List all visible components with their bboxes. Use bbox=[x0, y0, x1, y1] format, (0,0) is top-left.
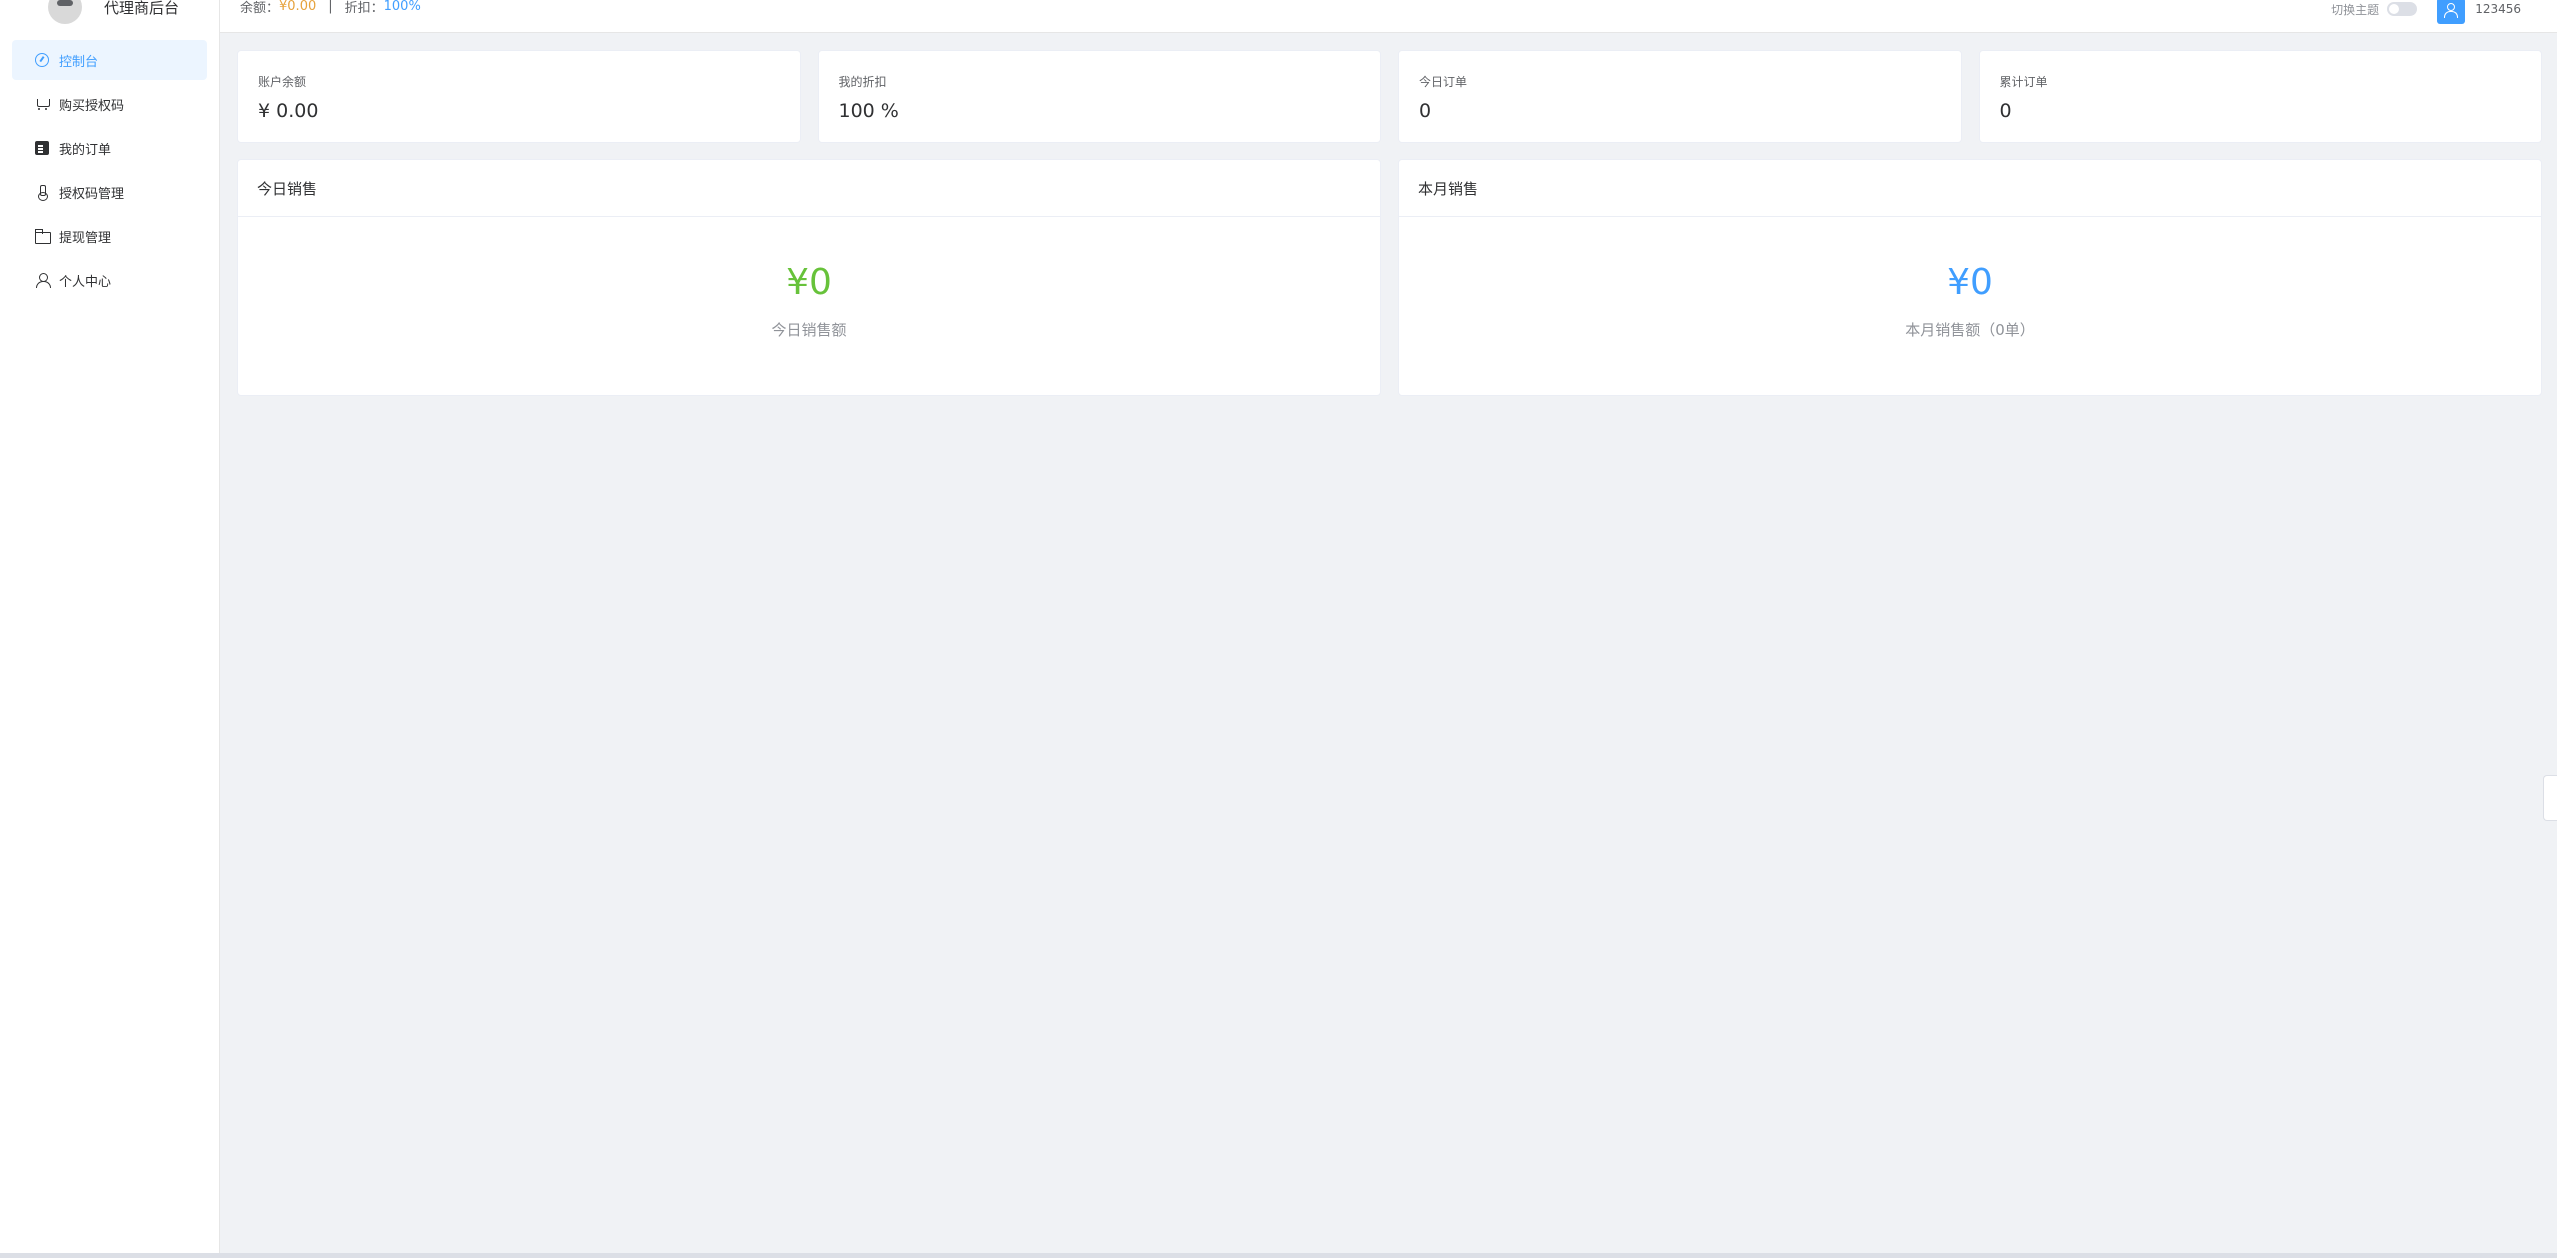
discount-label: 折扣： bbox=[344, 1, 384, 16]
sidebar-item-label: 我的订单 bbox=[59, 142, 112, 158]
header-actions: 切换主题 123456 bbox=[2331, 0, 2521, 24]
today-sales-panel: 今日销售 ¥0 今日销售额 bbox=[237, 159, 1381, 396]
today-sales-caption: 今日销售额 bbox=[771, 321, 847, 339]
sidebar-item-dashboard[interactable]: 控制台 bbox=[12, 40, 207, 80]
stat-card-today-orders: 今日订单 0 bbox=[1398, 50, 1962, 143]
sidebar-item-label: 提现管理 bbox=[59, 230, 112, 246]
username[interactable]: 123456 bbox=[2475, 2, 2521, 16]
month-sales-amount: ¥0 bbox=[1947, 262, 1993, 303]
sidebar-item-label: 购买授权码 bbox=[59, 98, 125, 114]
theme-toggle[interactable] bbox=[2387, 2, 2418, 16]
month-sales-caption: 本月销售额（0单） bbox=[1905, 321, 2035, 339]
theme-switch-label: 切换主题 bbox=[2331, 2, 2380, 17]
balance-value: ¥0.00 bbox=[279, 0, 317, 14]
balance-label: 余额： bbox=[240, 1, 280, 16]
panel-title: 今日销售 bbox=[238, 160, 1380, 217]
stat-value: 100 % bbox=[838, 100, 899, 122]
brand-title: 代理商后台 bbox=[104, 0, 180, 17]
panel-body: ¥0 今日销售额 bbox=[238, 217, 1380, 340]
folder-icon bbox=[35, 229, 51, 244]
sidebar-menu: 控制台 购买授权码 我的订单 授权码管理 提现管理 个人中心 bbox=[12, 40, 207, 304]
stat-card-discount: 我的折扣 100 % bbox=[817, 50, 1381, 143]
account-summary: 余额： ¥0.00 | 折扣： 100% bbox=[240, 0, 421, 16]
side-drawer-handle[interactable] bbox=[2543, 775, 2557, 821]
thermometer-icon bbox=[35, 185, 49, 201]
today-sales-amount: ¥0 bbox=[786, 262, 832, 303]
discount-value: 100% bbox=[383, 0, 421, 14]
panel-title: 本月销售 bbox=[1399, 160, 2541, 217]
sidebar-item-label: 授权码管理 bbox=[59, 186, 125, 202]
month-sales-panel: 本月销售 ¥0 本月销售额（0单） bbox=[1398, 159, 2542, 396]
cart-icon bbox=[35, 97, 50, 111]
sales-panels: 今日销售 ¥0 今日销售额 本月销售 ¥0 本月销售额（0单） bbox=[237, 159, 2542, 396]
brand[interactable]: 代理商后台 bbox=[48, 0, 180, 24]
user-icon bbox=[35, 273, 51, 288]
stat-card-balance: 账户余额 ¥ 0.00 bbox=[237, 50, 801, 143]
separator: | bbox=[328, 0, 333, 14]
stat-label: 我的折扣 bbox=[838, 75, 887, 89]
stat-value: 0 bbox=[1419, 100, 1432, 122]
avatar[interactable] bbox=[2437, 0, 2466, 24]
logo-avatar-icon bbox=[48, 0, 82, 24]
stat-value: 0 bbox=[1999, 100, 2012, 122]
top-header: 余额： ¥0.00 | 折扣： 100% 切换主题 123456 bbox=[220, 0, 2557, 33]
sidebar-item-profile[interactable]: 个人中心 bbox=[12, 260, 207, 300]
sidebar-item-my-orders[interactable]: 我的订单 bbox=[12, 128, 207, 168]
sidebar-item-label: 个人中心 bbox=[59, 274, 112, 290]
sidebar-item-buy-license[interactable]: 购买授权码 bbox=[12, 84, 207, 124]
stat-label: 累计订单 bbox=[1999, 75, 2048, 89]
stat-value: ¥ 0.00 bbox=[258, 100, 319, 122]
clipboard-icon bbox=[35, 141, 49, 155]
panel-body: ¥0 本月销售额（0单） bbox=[1399, 217, 2541, 340]
dashboard-icon bbox=[35, 53, 49, 67]
sidebar-item-license-management[interactable]: 授权码管理 bbox=[12, 172, 207, 212]
sidebar-item-withdrawal[interactable]: 提现管理 bbox=[12, 216, 207, 256]
stat-label: 今日订单 bbox=[1419, 75, 1468, 89]
bottom-scrollbar[interactable] bbox=[0, 1253, 2557, 1258]
sidebar-item-label: 控制台 bbox=[59, 54, 99, 70]
stat-label: 账户余额 bbox=[258, 75, 307, 89]
stat-card-total-orders: 累计订单 0 bbox=[1978, 50, 2542, 143]
stat-cards: 账户余额 ¥ 0.00 我的折扣 100 % 今日订单 0 累计订单 0 bbox=[237, 50, 2542, 143]
sidebar: 代理商后台 控制台 购买授权码 我的订单 授权码管理 提现管理 个人中心 bbox=[0, 0, 220, 1253]
